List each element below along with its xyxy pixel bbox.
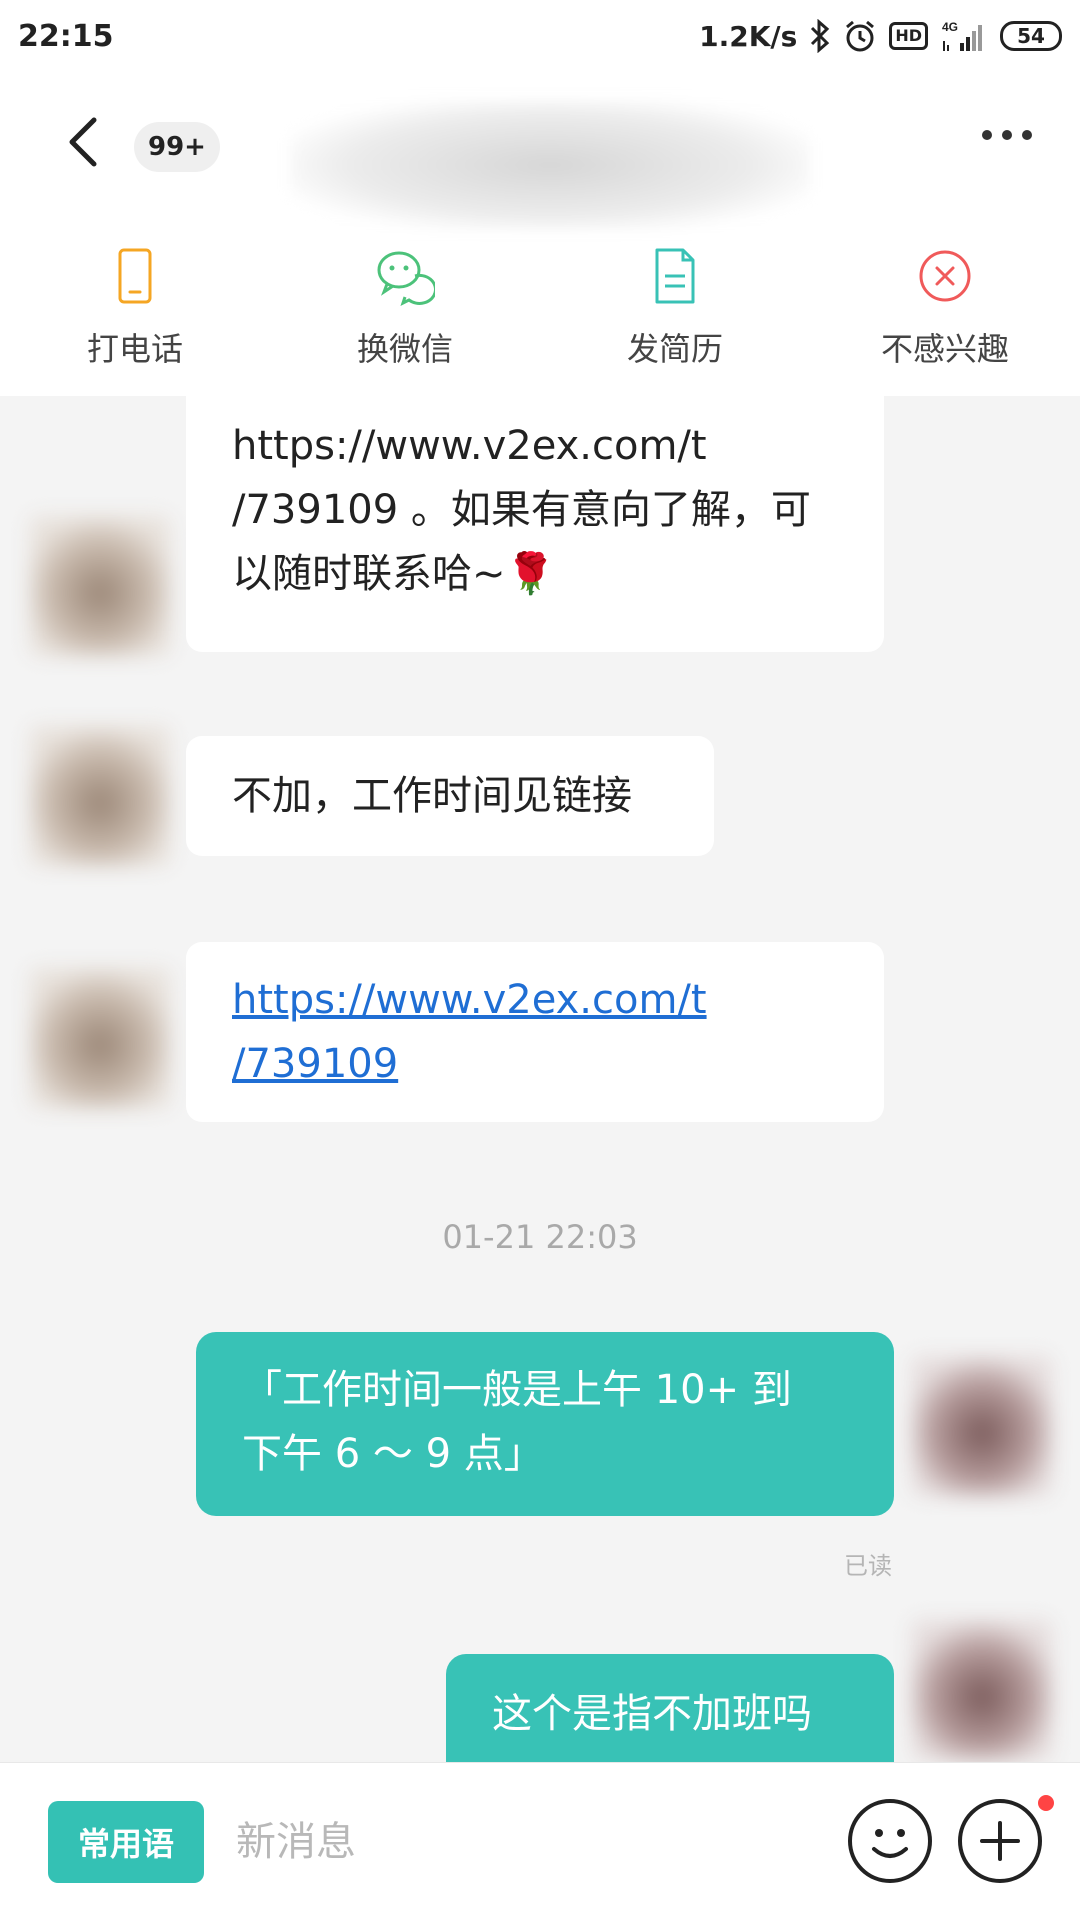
more-options-button[interactable] xyxy=(958,1799,1042,1883)
not-interested-button[interactable]: 不感兴趣 xyxy=(810,242,1080,396)
message-text: 以随时联系哈~🌹 xyxy=(232,551,556,597)
message-timestamp: 01-21 22:03 xyxy=(442,1218,638,1256)
message-bubble-outgoing[interactable]: 「工作时间一般是上午 10+ 到 下午 6 ～ 9 点」 xyxy=(196,1332,894,1516)
status-right: 1.2K/s HD 4G 54 xyxy=(699,19,1062,53)
send-resume-label: 发简历 xyxy=(626,330,723,368)
back-arrow-icon xyxy=(69,117,97,167)
message-text: 不加，工作时间见链接 xyxy=(232,773,632,819)
message-text: /739109 。如果有意向了解，可 xyxy=(232,487,811,533)
call-label: 打电话 xyxy=(86,330,183,368)
unread-badge: 99+ xyxy=(134,122,220,172)
call-button[interactable]: 打电话 xyxy=(0,242,270,396)
more-dot xyxy=(1002,130,1012,140)
emoji-button[interactable] xyxy=(848,1799,932,1883)
my-avatar[interactable] xyxy=(912,1620,1052,1760)
read-receipt: 已读 xyxy=(844,1552,892,1580)
action-bar: 打电话 换微信 发简历 不感兴趣 xyxy=(0,242,1080,396)
message-bubble-incoming[interactable]: https://www.v2ex.com/t /739109 。如果有意向了解，… xyxy=(186,396,884,652)
hd-icon: HD xyxy=(889,22,928,50)
status-bar: 22:15 1.2K/s HD 4G 54 xyxy=(0,0,1080,72)
more-dot xyxy=(1022,130,1032,140)
message-text: 下午 6 ～ 9 点」 xyxy=(242,1431,544,1477)
more-dot xyxy=(982,130,992,140)
signal-icon: 4G xyxy=(940,19,988,53)
exchange-wechat-label: 换微信 xyxy=(356,330,453,368)
back-button[interactable] xyxy=(62,112,106,172)
message-bubble-incoming[interactable]: https://www.v2ex.com/t /739109 xyxy=(186,942,884,1122)
bluetooth-icon xyxy=(809,19,831,53)
not-interested-icon xyxy=(919,250,971,302)
send-resume-button[interactable]: 发简历 xyxy=(540,242,810,396)
chat-header: 99+ xyxy=(0,72,1080,242)
contact-avatar[interactable] xyxy=(30,726,170,866)
contact-avatar[interactable] xyxy=(30,516,170,656)
message-bubble-incoming[interactable]: 不加，工作时间见链接 xyxy=(186,736,714,856)
network-speed: 1.2K/s xyxy=(699,19,798,53)
message-link[interactable]: /739109 xyxy=(232,1032,838,1096)
resume-icon xyxy=(655,248,695,304)
alarm-icon xyxy=(843,19,877,53)
not-interested-label: 不感兴趣 xyxy=(880,330,1009,368)
exchange-wechat-button[interactable]: 换微信 xyxy=(270,242,540,396)
message-bubble-outgoing[interactable]: 这个是指不加班吗 xyxy=(446,1654,894,1762)
more-button[interactable] xyxy=(982,130,1032,140)
contact-title-blurred xyxy=(290,100,810,230)
message-text: 「工作时间一般是上午 10+ 到 xyxy=(242,1367,792,1413)
phone-icon xyxy=(118,248,152,304)
common-phrases-button[interactable]: 常用语 xyxy=(48,1801,204,1883)
message-text: 这个是指不加班吗 xyxy=(492,1691,812,1737)
message-link[interactable]: https://www.v2ex.com/t xyxy=(232,968,838,1032)
wechat-icon xyxy=(377,251,435,306)
my-avatar[interactable] xyxy=(912,1356,1052,1496)
status-time: 22:15 xyxy=(18,18,114,54)
input-bar: 常用语 xyxy=(0,1762,1080,1920)
message-input[interactable] xyxy=(236,1801,816,1883)
svg-text:4G: 4G xyxy=(942,20,958,34)
smile-icon xyxy=(872,1829,908,1858)
chat-message-list[interactable]: https://www.v2ex.com/t /739109 。如果有意向了解，… xyxy=(0,396,1080,1762)
notification-dot xyxy=(1038,1795,1054,1811)
battery-indicator: 54 xyxy=(1000,21,1062,51)
message-text: https://www.v2ex.com/t xyxy=(232,423,707,469)
contact-avatar[interactable] xyxy=(30,968,170,1108)
plus-icon xyxy=(980,1821,1020,1861)
